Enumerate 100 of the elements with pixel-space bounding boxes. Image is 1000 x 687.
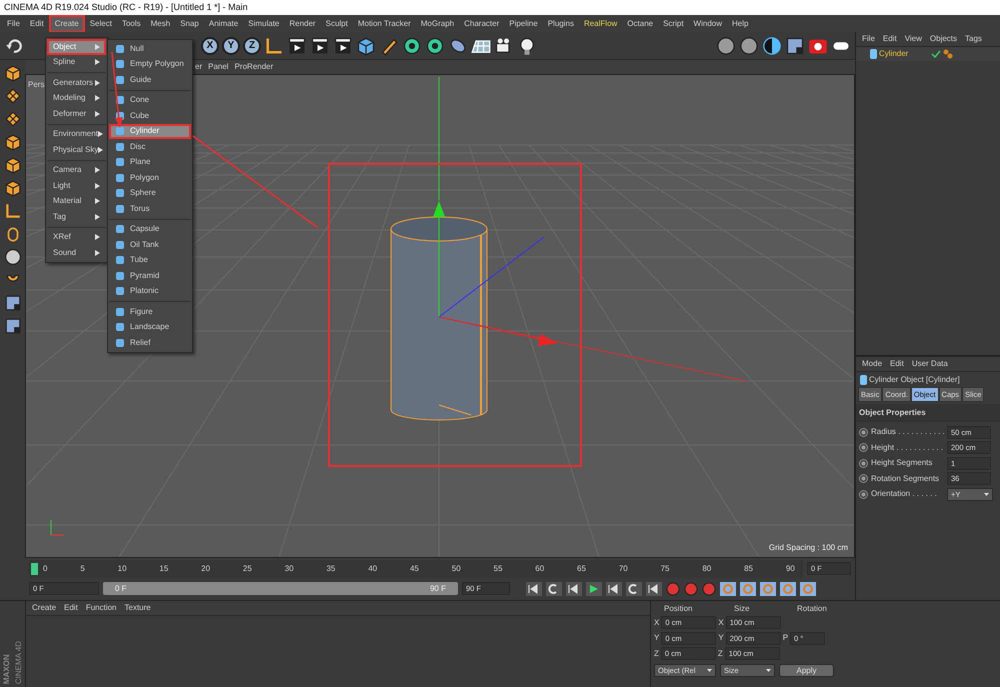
menu-item[interactable]: Figure [109,304,191,320]
menu-item[interactable]: Help [727,16,754,32]
menu-item[interactable]: Octane [622,16,658,32]
frame-tick-label: 90 [786,562,795,574]
menu-item[interactable]: Select [84,16,117,32]
menu-item[interactable]: Light [47,178,106,194]
property-label: Height Segments [871,457,934,469]
object-icon [115,188,125,198]
cube-icon[interactable] [356,36,376,56]
menu-item[interactable]: Edit [64,602,78,614]
frame-tick-label: 55 [494,562,502,574]
skip-start-icon[interactable] [526,582,542,596]
menu-item[interactable]: Plane [109,154,191,170]
menu-item[interactable]: Guide [109,72,191,88]
menu-item[interactable]: Landscape [109,320,191,335]
cube-icon[interactable] [4,179,22,197]
grid-spacing-label: Grid Spacing : 100 cm [768,542,848,554]
axes-icon[interactable] [4,202,22,220]
submenu-arrow-icon [95,182,100,189]
object-row[interactable]: Cylinder [856,47,1000,61]
menu-item[interactable]: Torus [109,201,191,216]
menu-item[interactable]: Mode [862,358,882,370]
clapboard-icon[interactable] [287,36,307,56]
clapboard-icon[interactable] [310,36,330,56]
menu-item[interactable]: Platonic [109,284,191,299]
sphere-icon[interactable] [716,36,736,56]
menu-item[interactable]: Mesh [146,16,176,32]
menu-item[interactable]: Snap [175,16,204,32]
axis-button[interactable]: X [201,36,219,54]
menu-item[interactable]: Object [47,39,106,54]
menu-item[interactable]: Character [459,16,504,32]
menu-item[interactable]: User Data [912,358,948,370]
apply-button[interactable]: Apply [779,664,834,676]
menu-item[interactable]: Tools [116,16,146,32]
menu-item[interactable]: Edit [882,33,897,45]
menu-item[interactable]: Panel [208,61,229,73]
menu-item[interactable]: Function [86,602,116,614]
half-circle-icon[interactable] [762,36,782,56]
cube-icon[interactable] [4,133,22,151]
menu-item[interactable]: Tags [965,33,982,45]
axes-icon[interactable] [264,36,284,56]
menu-item[interactable]: Render [284,16,321,32]
menu-item[interactable]: Objects [930,33,958,45]
menu-item[interactable]: Plugins [542,16,579,32]
menu-item[interactable]: Modeling [47,90,106,106]
menu-item[interactable]: Polygon [109,170,191,186]
sphere-icon[interactable] [739,36,759,56]
axis-button[interactable]: Z [243,36,261,54]
menu-item[interactable]: Pyramid [109,268,191,284]
menu-item[interactable]: Animate [204,16,244,32]
clapboard-icon[interactable] [333,36,353,56]
menu-item[interactable]: Oil Tank [109,237,191,252]
step-back-icon[interactable] [566,582,582,596]
menu-item[interactable]: Tag [47,209,106,224]
menu-item[interactable]: Simulate [243,16,284,32]
light-bulb-icon[interactable] [517,36,537,56]
menu-item[interactable]: Environment [47,126,106,142]
menu-item[interactable]: Physical Sky [47,142,106,158]
menu-item[interactable]: XRef [47,230,106,245]
menu-item[interactable]: File [2,16,25,32]
menu-item[interactable]: ProRender [234,61,274,73]
menu-item[interactable]: Cone [109,92,191,108]
undo-icon[interactable] [5,36,23,54]
menu-item[interactable]: Tube [109,252,191,268]
menu-item[interactable]: Material [47,194,106,209]
menu-item[interactable]: View [904,33,922,45]
menu-item[interactable]: Deformer [47,106,106,122]
column-header: Position [663,603,694,615]
menu-item[interactable]: Cylinder [109,124,191,139]
menu-item[interactable]: Motion Tracker [352,16,416,32]
menu-item[interactable]: File [862,33,875,45]
menu-item[interactable]: Relief [109,335,191,350]
menu-item[interactable]: Script [658,16,689,32]
menu-item[interactable]: Sphere [109,186,191,201]
frame-tick-label: 10 [118,562,127,574]
object-icon [115,44,125,54]
menu-item[interactable]: Pipeline [504,16,543,32]
menu-item[interactable]: Create [48,14,85,32]
menu-item[interactable]: Edit [24,16,49,32]
menu-item[interactable]: Null [109,41,191,56]
menu-item[interactable]: Window [688,16,727,32]
axis-button[interactable]: Y [222,36,240,54]
menu-item[interactable]: Sculpt [320,16,353,32]
menu-item[interactable]: Disc [109,139,191,154]
menu-item[interactable]: RealFlow [578,16,622,32]
menu-item[interactable]: Create [32,602,56,614]
cube-icon[interactable] [4,156,22,174]
menu-item[interactable]: MoGraph [416,16,460,32]
menu-item[interactable]: Texture [124,602,151,614]
cube-icon[interactable] [4,64,22,82]
menu-item[interactable]: Edit [890,358,904,370]
play-icon[interactable] [586,582,602,596]
menu-item[interactable]: Empty Polygon [109,56,191,72]
playhead-marker[interactable] [31,562,38,574]
menu-item[interactable]: Camera [47,162,106,178]
menu-item[interactable]: Sound [47,245,106,260]
menu-item[interactable]: Generators [47,75,106,90]
menu-item[interactable]: Spline [47,54,106,70]
menu-item[interactable]: er [195,61,202,73]
menu-item[interactable]: Capsule [109,222,191,237]
